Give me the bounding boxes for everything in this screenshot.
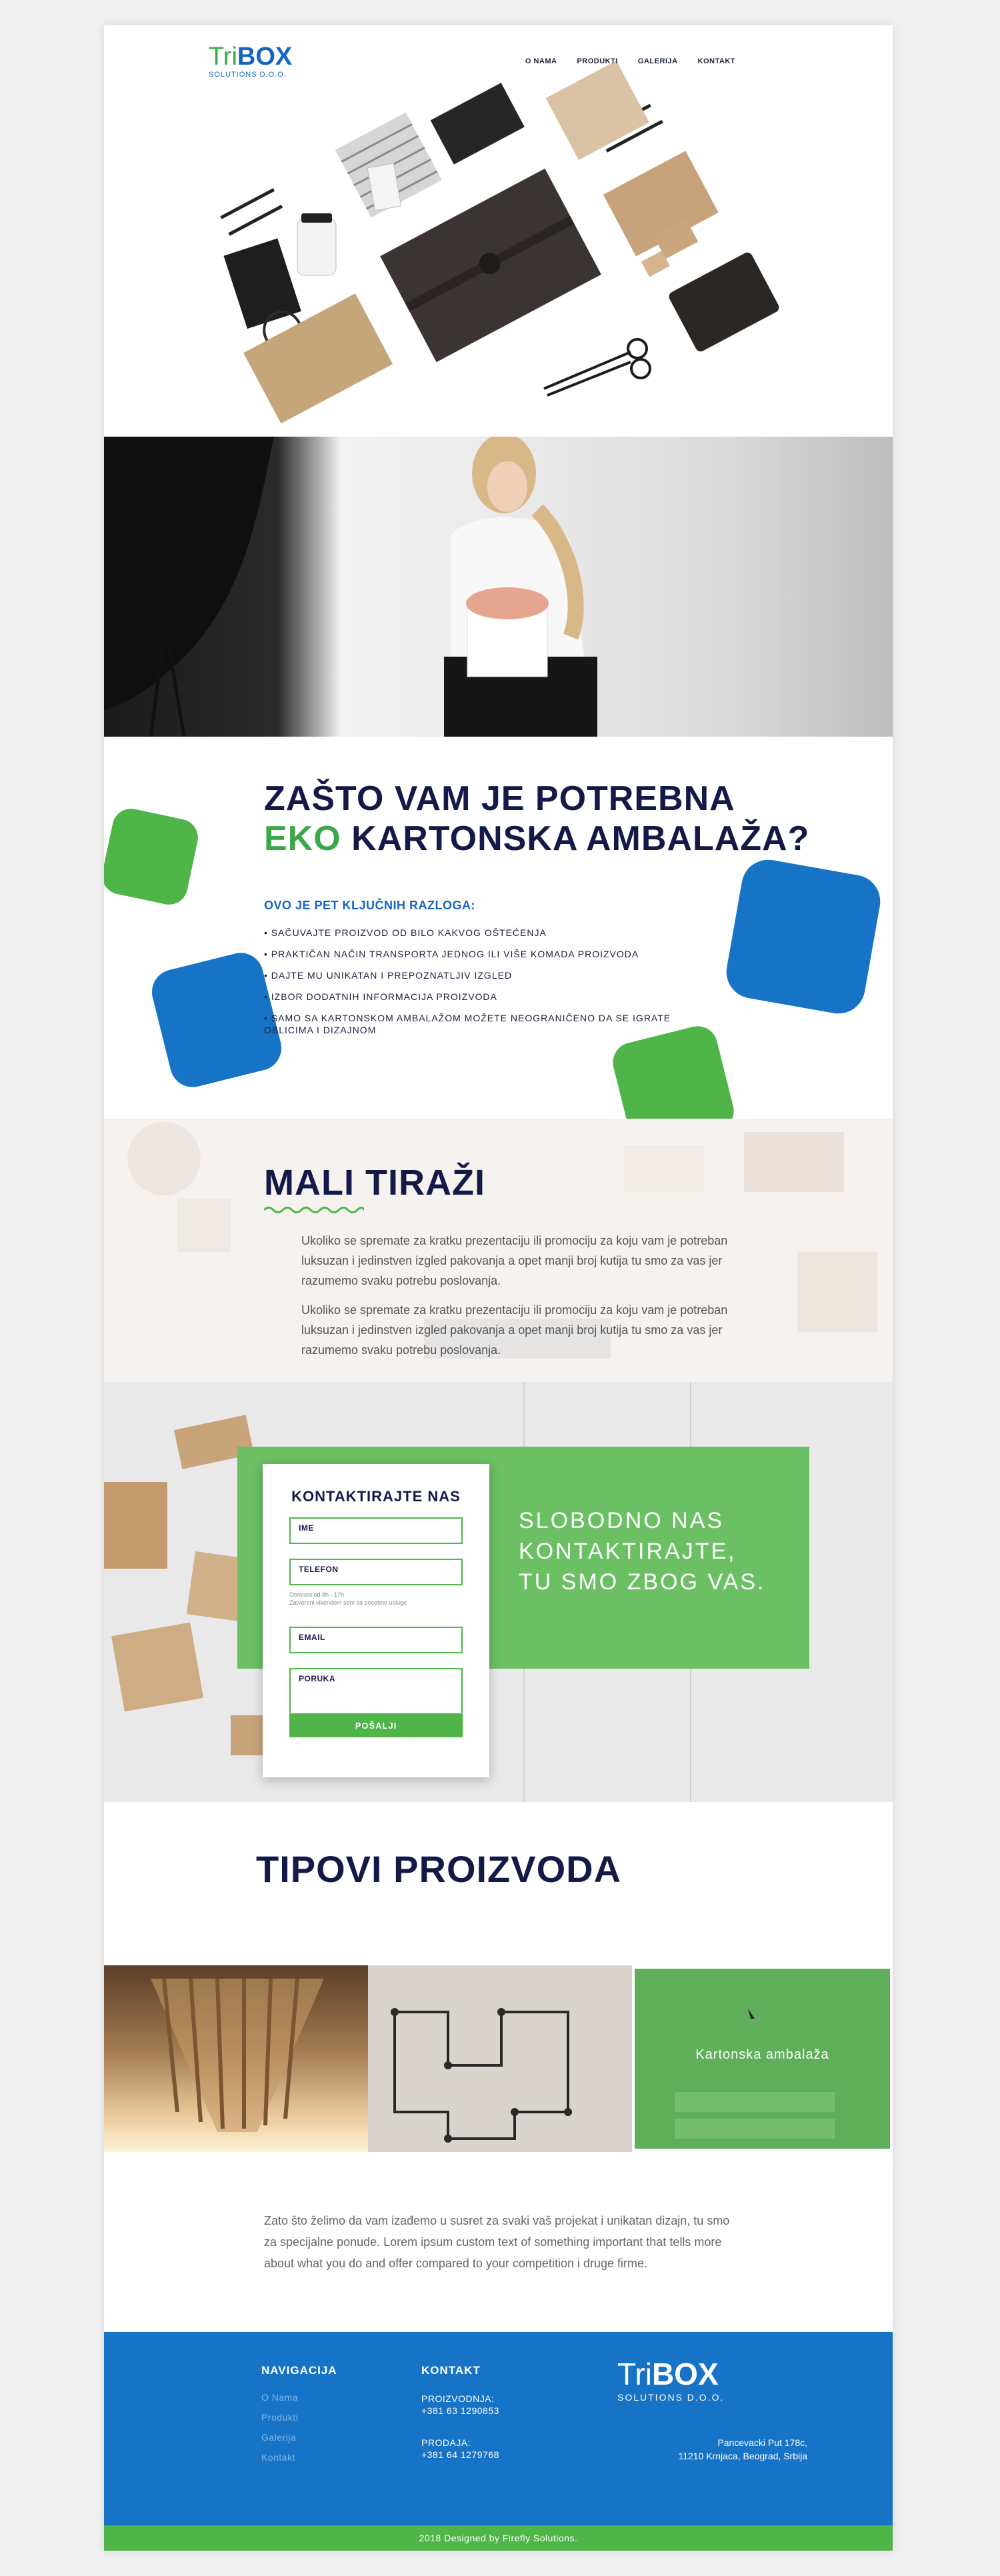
- message-field[interactable]: PORUKA: [289, 1668, 463, 1715]
- hours-line-1: Otvoreni od 8h - 17h: [289, 1591, 345, 1598]
- contact-slogan: SLOBODNO NAS KONTAKTIRAJTE, TU SMO ZBOG …: [519, 1505, 799, 1597]
- reason-item: • PRAKTIČAN NAČIN TRANSPORTA JEDNOG ILI …: [264, 949, 639, 959]
- product-tile-cardboard-packaging[interactable]: Kartonska ambalaža: [635, 1969, 890, 2149]
- footer-link-produkti[interactable]: Produkti: [261, 2412, 298, 2423]
- why-eco-title: ZAŠTO VAM JE POTREBNA EKO KARTONSKA AMBA…: [264, 779, 809, 859]
- product-tile-dieline[interactable]: [368, 1965, 632, 2152]
- page: TriBOX SOLUTIONS D.O.O. O NAMA PRODUKTI …: [104, 25, 893, 2551]
- hours-line-2: Zatvoreni vikendom sem za posebne usluge: [289, 1599, 407, 1606]
- slogan-line-3: TU SMO ZBOG VAS.: [519, 1569, 766, 1595]
- sales-label: PRODAJA:: [421, 2437, 471, 2448]
- wavy-underline-icon: [264, 1207, 364, 1213]
- production-phone[interactable]: +381 63 1290853: [421, 2405, 499, 2417]
- footer-contact-heading: KONTAKT: [421, 2364, 481, 2377]
- nav-kontakt[interactable]: KONTAKT: [698, 57, 735, 65]
- mali-paragraph-1: Ukoliko se spremate za kratku prezentaci…: [301, 1234, 728, 1287]
- hero-section: TriBOX SOLUTIONS D.O.O. O NAMA PRODUKTI …: [104, 25, 893, 437]
- footer-nav-heading: NAVIGACIJA: [261, 2364, 337, 2377]
- mali-paragraph-2: Ukoliko se spremate za kratku prezentaci…: [301, 1303, 728, 1357]
- header-logo[interactable]: TriBOX SOLUTIONS D.O.O.: [209, 44, 292, 79]
- cardboard-packaging-label: Kartonska ambalaža: [695, 2047, 829, 2062]
- footer-logo-box: BOX: [651, 2357, 719, 2391]
- phone-field[interactable]: TELEFON: [289, 1559, 463, 1585]
- product-tile-cupcake-liners[interactable]: [104, 1965, 368, 2152]
- footer-address: Pancevacki Put 178c, 11210 Krnjaca, Beog…: [581, 2436, 807, 2463]
- footer-link-kontakt[interactable]: Kontakt: [261, 2452, 298, 2463]
- reason-item: • SAMO SA KARTONSKOM AMBALAŽOM MOŽETE NE…: [264, 1013, 671, 1035]
- reason-item: • DAJTE MU UNIKATAN I PREPOZNATLJIV IZGL…: [264, 970, 513, 981]
- slogan-line-1: SLOBODNO NAS: [519, 1508, 725, 1533]
- working-hours-note: Otvoreni od 8h - 17h Zatvoreni vikendom …: [289, 1591, 463, 1607]
- send-button[interactable]: POŠALJI: [289, 1715, 463, 1737]
- footer-production-contact: PROIZVODNJA: +381 63 1290853: [421, 2393, 499, 2417]
- why-subtitle: OVO JE PET KLJUČNIH RAZLOGA:: [264, 899, 476, 912]
- footer-logo[interactable]: TriBOX SOLUTIONS D.O.O.: [617, 2359, 724, 2403]
- footer-logo-subtitle: SOLUTIONS D.O.O.: [617, 2392, 725, 2403]
- box-dieline-image: [391, 2008, 572, 2143]
- copyright-bar: 2018 Designed by Firefly Solutions.: [104, 2525, 893, 2551]
- nav-o-nama[interactable]: O NAMA: [525, 57, 557, 65]
- reason-item: • SAČUVAJTE PROIZVOD OD BILO KAKVOG OŠTE…: [264, 927, 547, 938]
- logo-text-box: BOX: [237, 43, 293, 71]
- main-nav: O NAMA PRODUKTI GALERIJA KONTAKT: [525, 57, 735, 65]
- cupcake-liner-image: [151, 1978, 324, 2132]
- logo-subtitle: SOLUTIONS D.O.O.: [209, 71, 287, 79]
- slogan-line-2: KONTAKTIRAJTE,: [519, 1539, 737, 1564]
- decor-square-green-left: [104, 805, 202, 909]
- name-field[interactable]: IME: [289, 1517, 463, 1544]
- address-line-1: Pancevacki Put 178c,: [717, 2437, 807, 2448]
- footer-nav-list: O Nama Produkti Galerija Kontakt: [261, 2392, 298, 2472]
- products-title: TIPOVI PROIZVODA: [256, 1848, 622, 1890]
- contact-form: KONTAKTIRAJTE NAS IME TELEFON Otvoreni o…: [263, 1464, 489, 1777]
- why-title-line1: ZAŠTO VAM JE POTREBNA: [264, 779, 735, 818]
- hero-flatlay-image: [104, 25, 893, 437]
- footer-link-o-nama[interactable]: O Nama: [261, 2392, 298, 2403]
- production-label: PROIZVODNJA:: [421, 2393, 495, 2404]
- footer: [104, 2332, 893, 2525]
- about-text: Zato što želimo da vam izađemo u susret …: [264, 2214, 730, 2270]
- mali-tirazi-title: MALI TIRAŽI: [264, 1163, 485, 1203]
- nav-produkti[interactable]: PRODUKTI: [577, 57, 617, 65]
- footer-logo-tri: Tri: [617, 2357, 652, 2391]
- contact-form-title: KONTAKTIRAJTE NAS: [291, 1488, 461, 1505]
- why-title-line2: KARTONSKA AMBALAŽA?: [341, 819, 810, 858]
- logo-text-tri: Tri: [209, 43, 237, 71]
- address-line-2: 11210 Krnjaca, Beograd, Srbija: [678, 2451, 807, 2461]
- decor-square-blue-right: [722, 855, 885, 1018]
- email-field[interactable]: EMAIL: [289, 1627, 463, 1653]
- reasons-list: • SAČUVAJTE PROIZVOD OD BILO KAKVOG OŠTE…: [264, 927, 731, 1045]
- footer-sales-contact: PRODAJA: +381 64 1279768: [421, 2437, 499, 2461]
- nav-galerija[interactable]: GALERIJA: [638, 57, 678, 65]
- reason-item: • IZBOR DODATNIH INFORMACIJA PROIZVODA: [264, 991, 497, 1002]
- sales-phone[interactable]: +381 64 1279768: [421, 2449, 499, 2461]
- banner-photo: [104, 437, 893, 737]
- banner-woman-with-box-image: [104, 437, 597, 737]
- mali-tirazi-text: Ukoliko se spremate za kratku prezentaci…: [301, 1231, 755, 1369]
- why-title-eco: EKO: [264, 819, 341, 858]
- footer-link-galerija[interactable]: Galerija: [261, 2432, 298, 2443]
